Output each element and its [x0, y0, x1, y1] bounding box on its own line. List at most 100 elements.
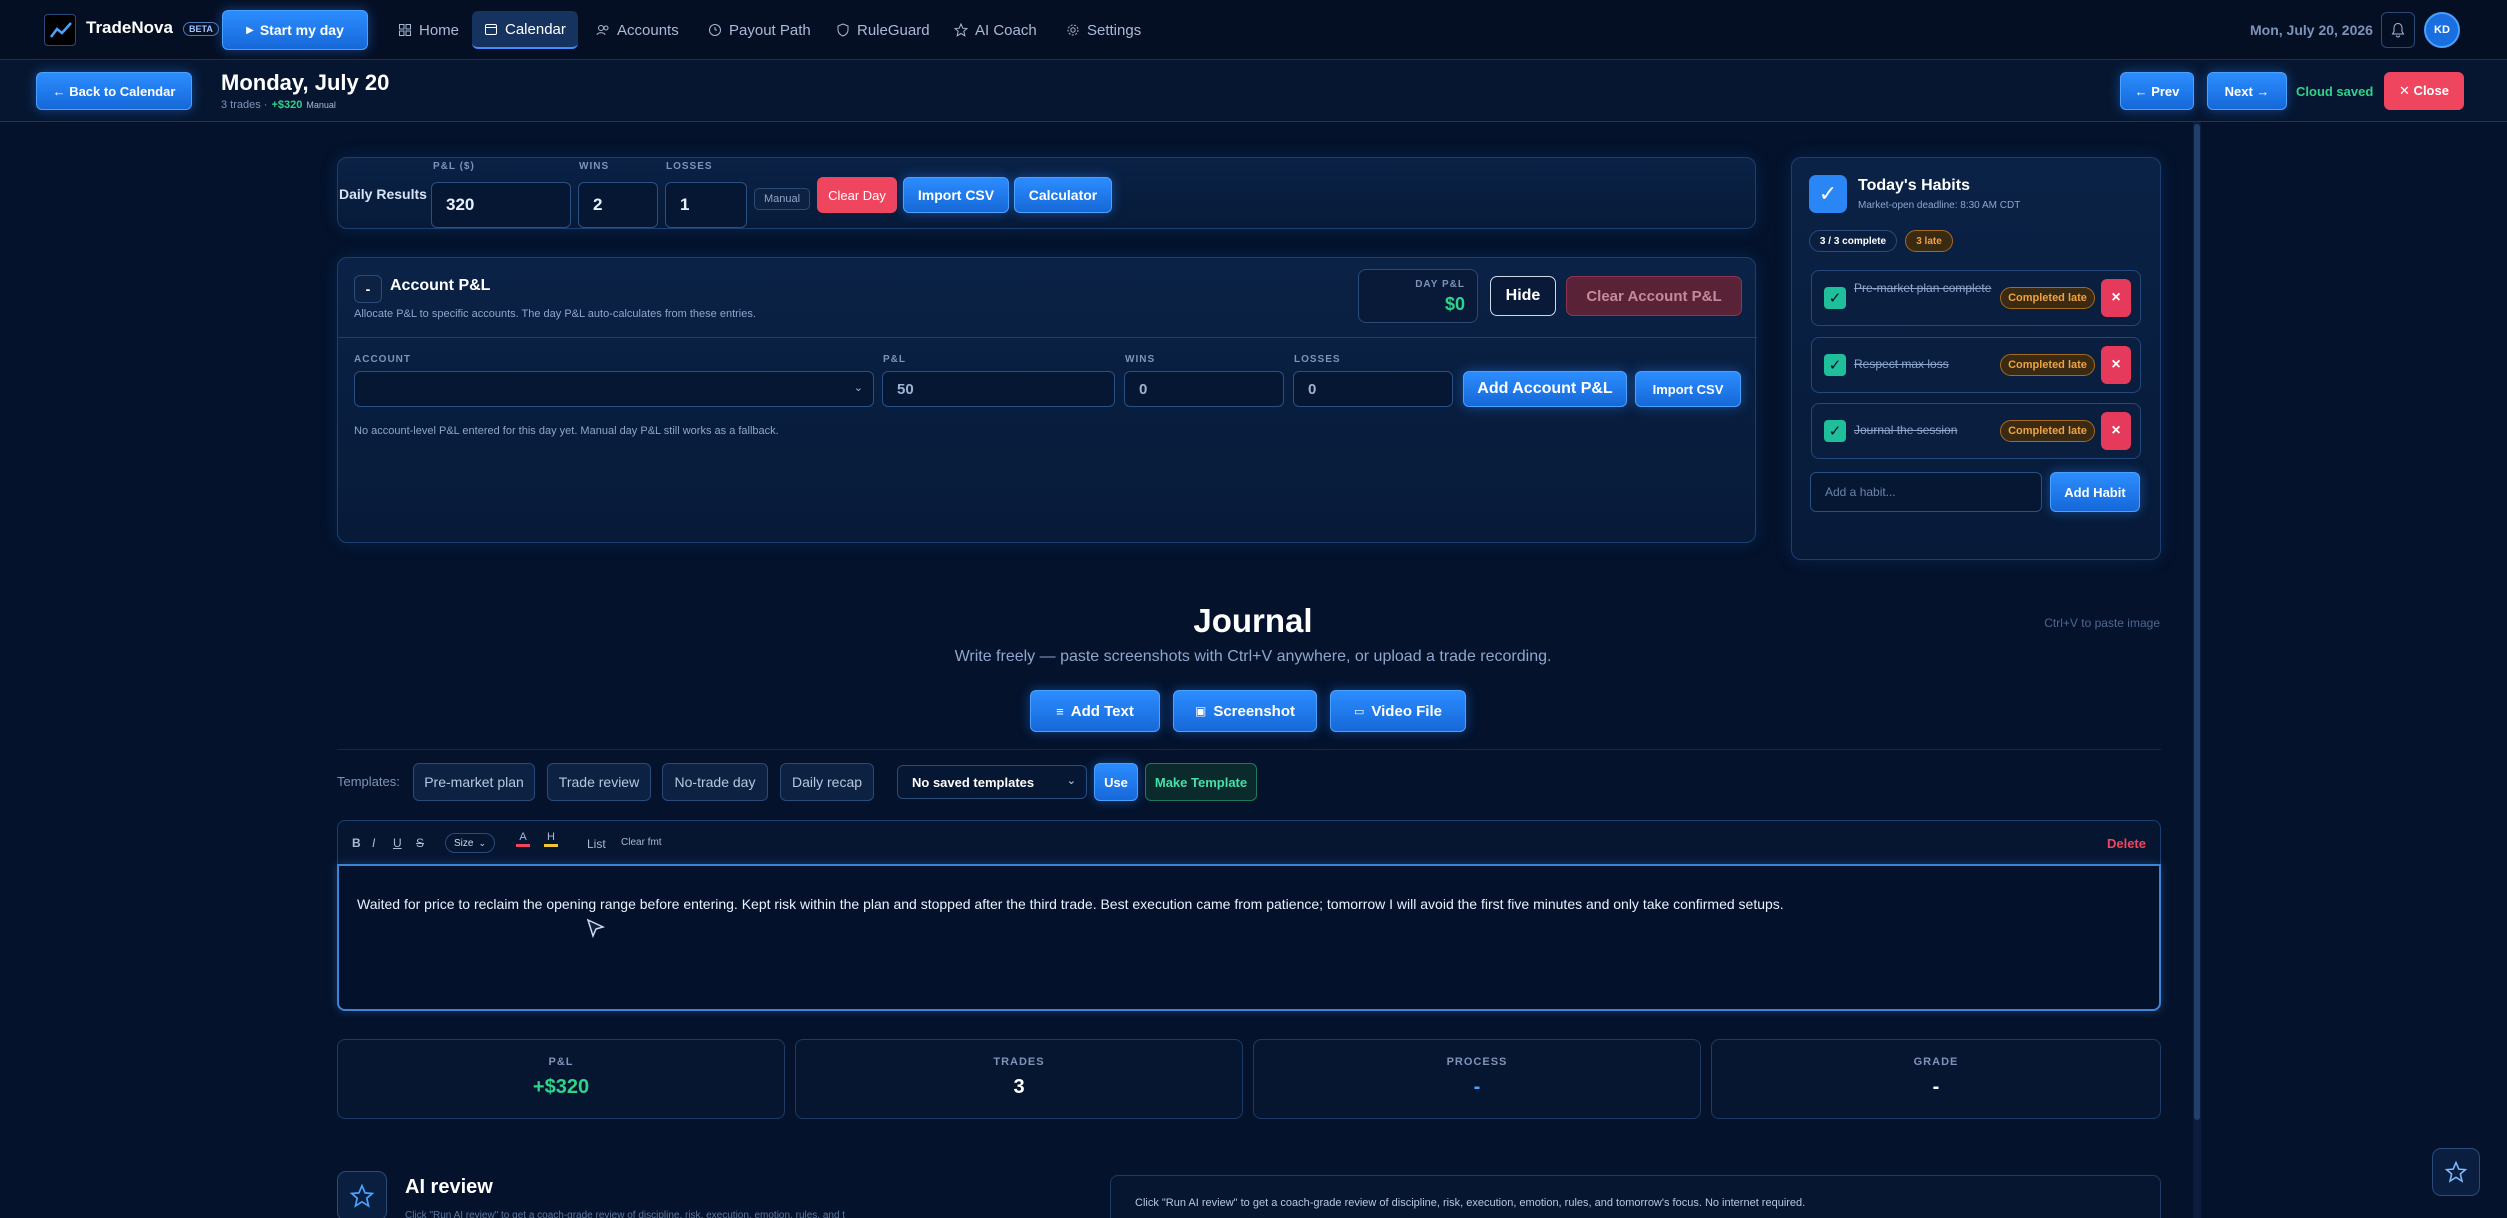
stat-card-grade: GRADE -: [1711, 1039, 2161, 1119]
nav-home[interactable]: Home: [386, 11, 471, 49]
nav-ruleguard[interactable]: RuleGuard: [824, 11, 942, 49]
chevron-down-icon: ⌄: [478, 837, 486, 848]
scrollbar-thumb[interactable]: [2194, 124, 2200, 1120]
delete-habit-button[interactable]: ×: [2101, 279, 2131, 317]
saved-templates-value: No saved templates: [912, 774, 1035, 790]
add-text-label: Add Text: [1070, 702, 1134, 720]
ai-review-description: Click "Run AI review" to get a coach-gra…: [1135, 1197, 1806, 1209]
losses-input[interactable]: 1: [665, 182, 747, 228]
template-no-trade-day[interactable]: No-trade day: [662, 763, 768, 801]
account-import-csv-button[interactable]: Import CSV: [1635, 371, 1741, 407]
add-habit-input[interactable]: Add a habit...: [1810, 472, 2042, 512]
list-button[interactable]: List: [587, 837, 606, 851]
bold-button[interactable]: B: [352, 836, 361, 850]
calculator-button[interactable]: Calculator: [1014, 177, 1112, 213]
nav-accounts[interactable]: Accounts: [584, 11, 691, 49]
journal-text[interactable]: Waited for price to reclaim the opening …: [357, 896, 2137, 912]
ai-review-subtitle: Click "Run AI review" to get a coach-gra…: [405, 1210, 845, 1218]
add-account-pnl-button[interactable]: Add Account P&L: [1463, 371, 1627, 407]
nav-ai-coach[interactable]: AI Coach: [942, 11, 1049, 49]
account-wins-input[interactable]: 0: [1124, 371, 1284, 407]
nav-payout-path-label: Payout Path: [729, 21, 811, 39]
mouse-cursor-icon: [586, 918, 606, 943]
target-icon: [709, 24, 721, 36]
habit-label: Journal the session: [1854, 423, 1958, 437]
add-text-button[interactable]: ≡ Add Text: [1030, 690, 1160, 732]
italic-button[interactable]: I: [372, 836, 375, 850]
delete-block-button[interactable]: Delete: [2107, 836, 2146, 851]
nav-settings[interactable]: Settings: [1054, 11, 1153, 49]
font-size-select[interactable]: Size ⌄: [445, 833, 495, 853]
manual-tag: Manual: [306, 100, 336, 110]
text-color-button[interactable]: A: [516, 831, 530, 847]
app-logo[interactable]: [44, 14, 76, 46]
strikethrough-button[interactable]: S: [416, 836, 424, 850]
image-icon: ▣: [1194, 704, 1207, 718]
delete-habit-button[interactable]: ×: [2101, 412, 2131, 450]
habit-checkbox[interactable]: ✓: [1824, 354, 1846, 376]
trades-count-text: 3 trades ·: [221, 99, 268, 111]
stat-value: -: [1473, 1076, 1481, 1098]
nav-calendar[interactable]: Calendar: [472, 11, 578, 49]
delete-habit-button[interactable]: ×: [2101, 346, 2131, 384]
day-pnl-text: +$320: [271, 99, 303, 111]
wins-input[interactable]: 2: [578, 182, 658, 228]
account-select[interactable]: ⌄: [354, 371, 874, 407]
start-my-day-button[interactable]: ▶ Start my day: [222, 10, 368, 50]
screenshot-button[interactable]: ▣ Screenshot: [1173, 690, 1317, 732]
avatar[interactable]: KD: [2424, 12, 2460, 48]
add-habit-button[interactable]: Add Habit: [2050, 472, 2140, 512]
habit-checkbox[interactable]: ✓: [1824, 420, 1846, 442]
daily-results-label: Daily Results: [339, 186, 427, 202]
habit-status-badge: Completed late: [2000, 287, 2095, 309]
video-file-button[interactable]: ▭ Video File: [1330, 690, 1466, 732]
highlight-button[interactable]: H: [544, 831, 558, 847]
empty-note: No account-level P&L entered for this da…: [354, 425, 779, 437]
template-pre-market-plan[interactable]: Pre-market plan: [413, 763, 535, 801]
import-csv-button[interactable]: Import CSV: [903, 177, 1009, 213]
text-color-label: A: [519, 831, 527, 843]
clear-account-pnl-button[interactable]: Clear Account P&L: [1566, 276, 1742, 316]
ai-coach-fab[interactable]: [2432, 1148, 2480, 1196]
template-trade-review[interactable]: Trade review: [547, 763, 651, 801]
stat-card-trades: TRADES 3: [795, 1039, 1243, 1119]
video-file-label: Video File: [1371, 702, 1442, 720]
ai-review-output: Click "Run AI review" to get a coach-gra…: [1110, 1175, 2161, 1218]
template-daily-recap[interactable]: Daily recap: [780, 763, 874, 801]
nav-ruleguard-label: RuleGuard: [857, 21, 930, 39]
habits-deadline: Market-open deadline: 8:30 AM CDT: [1858, 200, 2021, 211]
use-template-button[interactable]: Use: [1094, 763, 1138, 801]
pnl-col-label: P&L: [883, 354, 906, 365]
chevron-down-icon: ⌄: [1066, 775, 1076, 787]
underline-button[interactable]: U: [393, 836, 402, 850]
clear-format-button[interactable]: Clear fmt: [621, 837, 662, 848]
stat-value: +$320: [532, 1076, 590, 1098]
font-size-value: Size: [454, 837, 474, 849]
wins-col-label: WINS: [1125, 354, 1156, 365]
clear-day-button[interactable]: Clear Day: [817, 177, 897, 213]
stat-label: GRADE: [1913, 1056, 1959, 1068]
back-to-calendar-button[interactable]: ← Back to Calendar: [36, 72, 192, 110]
make-template-button[interactable]: Make Template: [1145, 763, 1257, 801]
nav-payout-path[interactable]: Payout Path: [696, 11, 823, 49]
wins-field-label: WINS: [579, 161, 610, 172]
users-icon: [596, 25, 609, 36]
saved-templates-select[interactable]: No saved templates ⌄: [897, 765, 1087, 799]
pnl-input[interactable]: 320: [431, 182, 571, 228]
account-pnl-input[interactable]: 50: [882, 371, 1115, 407]
habit-checkbox[interactable]: ✓: [1824, 287, 1846, 309]
habit-row: ✓ Journal the session Completed late ×: [1811, 403, 2141, 459]
prev-day-button[interactable]: ← Prev: [2120, 72, 2194, 110]
account-pnl-subtitle: Allocate P&L to specific accounts. The d…: [354, 308, 756, 320]
habit-row: ✓ Respect max loss Completed late ×: [1811, 337, 2141, 393]
notifications-button[interactable]: [2381, 12, 2415, 48]
next-day-button[interactable]: Next →: [2207, 72, 2287, 110]
collapse-button[interactable]: -: [354, 275, 382, 303]
hide-button[interactable]: Hide: [1490, 276, 1556, 316]
nav-calendar-label: Calendar: [505, 20, 566, 38]
habit-status-badge: Completed late: [2000, 354, 2095, 376]
close-button[interactable]: ✕ Close: [2384, 72, 2464, 110]
account-losses-input[interactable]: 0: [1293, 371, 1453, 407]
journal-title: Journal: [1193, 602, 1313, 639]
journal-editor[interactable]: Waited for price to reclaim the opening …: [337, 864, 2161, 1011]
